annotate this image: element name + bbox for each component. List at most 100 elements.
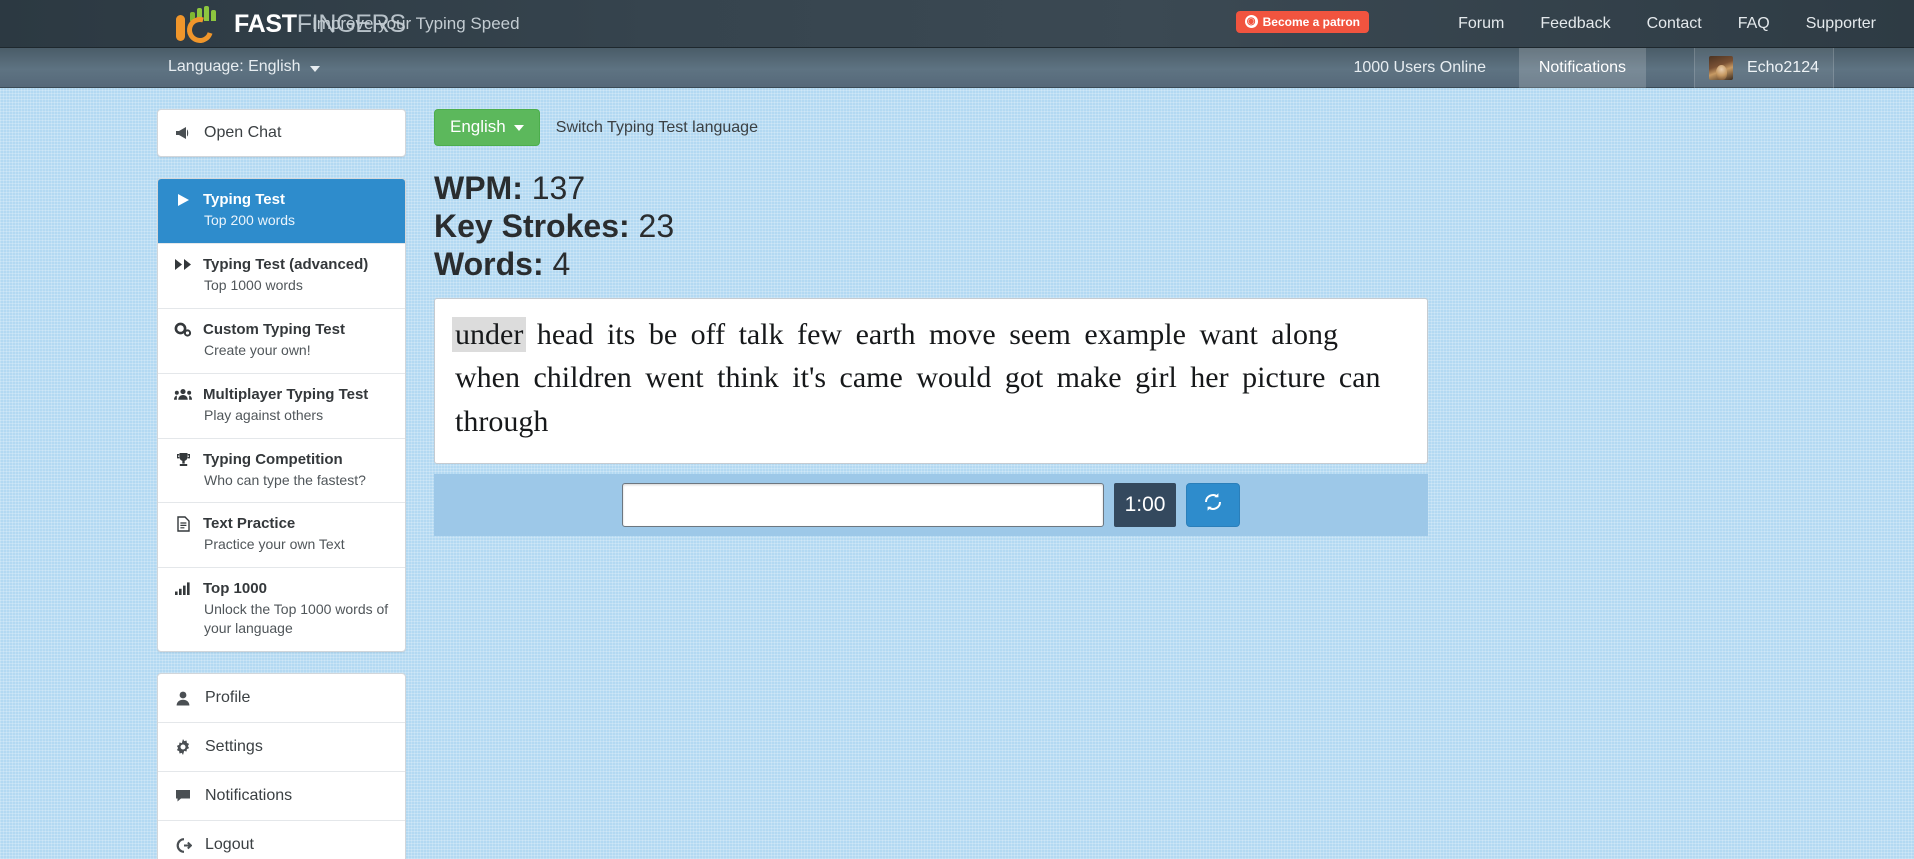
typing-stats: WPM: 137 Key Strokes: 23 Words: 4	[434, 170, 1794, 283]
top-navbar: FASTFINGERS Improve your Typing Speed ◉ …	[0, 0, 1914, 48]
avatar	[1708, 56, 1733, 80]
open-chat-panel: Open Chat	[157, 109, 406, 157]
switch-language-note: Switch Typing Test language	[555, 118, 758, 136]
typing-input[interactable]	[622, 482, 1104, 527]
sidebar-item-sublabel: Create your own!	[204, 341, 311, 358]
word: got	[1004, 361, 1044, 395]
sidebar-item-label: Logout	[205, 836, 254, 854]
word: when	[455, 361, 520, 395]
stat-wpm: WPM: 137	[434, 170, 1794, 208]
word: seem	[1009, 318, 1071, 352]
logo-text-bold: FAST	[234, 9, 297, 38]
play-icon	[174, 193, 192, 207]
chevron-down-icon	[513, 125, 524, 131]
word: earth	[855, 318, 916, 352]
word: talk	[738, 318, 784, 352]
language-switch-row: English Switch Typing Test language	[434, 109, 1794, 146]
sidebar-item-label: Text Practice	[203, 515, 296, 533]
sidebar-item-label: Top 1000	[203, 580, 267, 598]
word: its	[606, 318, 636, 352]
stat-wpm-value: 137	[531, 170, 586, 206]
sidebar-item-label: Notifications	[205, 787, 293, 805]
sidebar-item-profile[interactable]: Profile	[158, 674, 405, 722]
sidebar-item-custom-typing-test[interactable]: Custom Typing Test Create your own!	[158, 307, 405, 373]
fast-forward-icon	[174, 258, 192, 271]
nav-link-feedback[interactable]: Feedback	[1522, 15, 1628, 33]
word: think	[717, 361, 779, 395]
word: it's	[792, 361, 827, 395]
nav-link-contact[interactable]: Contact	[1629, 15, 1720, 33]
restart-test-button[interactable]	[1186, 482, 1240, 527]
username-label: Echo2124	[1746, 59, 1819, 76]
word: want	[1199, 318, 1258, 352]
sidebar-item-typing-test[interactable]: Typing Test Top 200 words	[158, 179, 405, 243]
word: move	[929, 318, 996, 352]
sidebar-item-typing-competition[interactable]: Typing Competition Who can type the fast…	[158, 437, 405, 503]
typing-input-bar: 1:00	[434, 473, 1428, 536]
test-nav-panel: Typing Test Top 200 words Typing Test (a…	[157, 178, 406, 653]
word: along	[1271, 318, 1338, 352]
sidebar-item-sublabel: Practice your own Text	[204, 536, 345, 553]
typing-words-area: under head its be off talk few earth mov…	[434, 298, 1428, 464]
sidebar: Open Chat Typing Test Top 200 words Typi…	[157, 109, 406, 859]
nav-link-forum[interactable]: Forum	[1440, 15, 1522, 33]
patreon-icon: ◉	[1244, 15, 1258, 28]
gears-icon	[174, 322, 192, 337]
gear-icon	[174, 739, 192, 756]
become-a-patron-button[interactable]: ◉ Become a patron	[1235, 11, 1369, 33]
sidebar-item-label: Custom Typing Test	[203, 320, 345, 338]
language-selector-label: Language: English	[168, 58, 301, 75]
user-menu[interactable]: Echo2124	[1693, 48, 1834, 88]
megaphone-icon	[174, 126, 192, 140]
sidebar-item-sublabel: Top 200 words	[204, 212, 296, 228]
sidebar-item-open-chat[interactable]: Open Chat	[158, 110, 405, 156]
fastfingers-logo-icon	[168, 5, 232, 48]
site-tagline: Improve your Typing Speed	[312, 14, 520, 33]
stat-words-value: 4	[552, 245, 571, 282]
word: be	[648, 318, 678, 352]
notifications-tab[interactable]: Notifications	[1518, 48, 1646, 88]
sidebar-item-label: Profile	[205, 689, 251, 707]
word: can	[1338, 361, 1381, 395]
sidebar-item-top-1000[interactable]: Top 1000 Unlock the Top 1000 words of yo…	[158, 567, 405, 651]
sub-navbar: Language: English 1000 Users Online Noti…	[0, 48, 1914, 88]
word: children	[533, 361, 632, 395]
nav-link-faq[interactable]: FAQ	[1720, 15, 1788, 33]
stat-wpm-label: WPM:	[434, 170, 523, 206]
word: girl	[1135, 361, 1177, 395]
page-body: Open Chat Typing Test Top 200 words Typi…	[0, 88, 1914, 859]
word: off	[690, 318, 726, 352]
sidebar-item-label: Multiplayer Typing Test	[203, 385, 369, 403]
sidebar-item-label: Typing Competition	[203, 450, 343, 468]
sidebar-item-typing-test-advanced[interactable]: Typing Test (advanced) Top 1000 words	[158, 242, 405, 308]
sidebar-item-notifications[interactable]: Notifications	[158, 771, 405, 820]
typing-test-language-button[interactable]: English	[434, 109, 540, 146]
user-icon	[174, 691, 192, 706]
timer-display: 1:00	[1114, 482, 1176, 527]
sidebar-item-settings[interactable]: Settings	[158, 722, 405, 771]
chevron-down-icon	[309, 65, 320, 72]
trophy-icon	[174, 452, 192, 467]
logout-icon	[174, 837, 192, 853]
language-selector[interactable]: Language: English	[168, 58, 320, 76]
sidebar-item-sublabel: Play against others	[204, 406, 324, 423]
users-icon	[174, 388, 192, 401]
refresh-icon	[1202, 491, 1224, 518]
sidebar-item-sublabel: Unlock the Top 1000 words of your langua…	[204, 601, 389, 637]
word: picture	[1242, 361, 1326, 395]
patron-label: Become a patron	[1262, 14, 1360, 29]
open-chat-label: Open Chat	[204, 124, 282, 141]
stat-words-label: Words:	[434, 245, 544, 282]
sidebar-item-multiplayer-typing-test[interactable]: Multiplayer Typing Test Play against oth…	[158, 372, 405, 438]
word: through	[455, 404, 549, 438]
word: her	[1190, 361, 1229, 395]
nav-link-supporter[interactable]: Supporter	[1788, 15, 1894, 33]
stat-key-strokes: Key Strokes: 23	[434, 208, 1794, 246]
stat-key-strokes-label: Key Strokes:	[434, 207, 630, 244]
word: would	[916, 361, 992, 395]
sidebar-item-label: Typing Test (advanced)	[203, 255, 369, 273]
sidebar-item-label: Settings	[205, 738, 263, 756]
file-text-icon	[174, 516, 192, 532]
sidebar-item-text-practice[interactable]: Text Practice Practice your own Text	[158, 502, 405, 567]
sidebar-item-logout[interactable]: Logout	[158, 820, 405, 859]
